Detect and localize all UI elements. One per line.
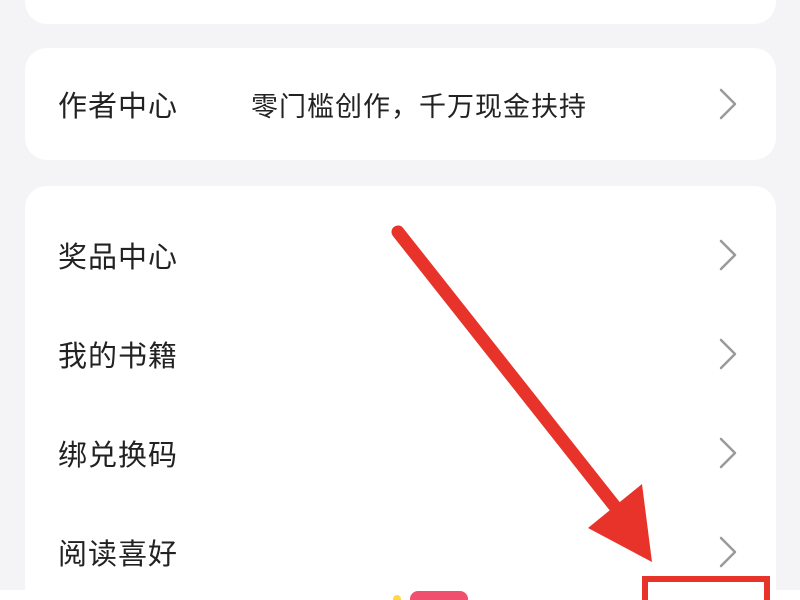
- menu-item-prize-center[interactable]: 奖品中心: [25, 223, 776, 287]
- chevron-right-icon: [718, 535, 738, 569]
- author-center-description: 零门槛创作，千万现金扶持: [251, 91, 587, 123]
- menu-item-redeem-code[interactable]: 绑兑换码: [25, 421, 776, 485]
- menu-item-my-books[interactable]: 我的书籍: [25, 322, 776, 386]
- author-center-row[interactable]: 作者中心 零门槛创作，千万现金扶持: [25, 72, 776, 136]
- menu-item-label: 绑兑换码: [58, 438, 179, 472]
- tab-indicator-dot: [393, 595, 401, 600]
- menu-list-card: 奖品中心 我的书籍 绑兑换码 阅读喜好: [25, 186, 776, 600]
- menu-item-label: 奖品中心: [58, 240, 179, 274]
- author-center-label: 作者中心: [58, 89, 179, 123]
- menu-item-label: 我的书籍: [58, 339, 179, 373]
- settings-page: 作者中心 零门槛创作，千万现金扶持 奖品中心 我的书籍 绑兑换码 阅读喜好: [0, 0, 800, 600]
- chevron-right-icon: [718, 238, 738, 272]
- chevron-right-icon: [718, 87, 738, 121]
- chevron-right-icon: [718, 436, 738, 470]
- menu-item-label: 阅读喜好: [58, 537, 179, 571]
- author-center-card: 作者中心 零门槛创作，千万现金扶持: [25, 48, 776, 160]
- top-card-partial: [25, 0, 776, 24]
- chevron-right-icon: [718, 337, 738, 371]
- annotation-highlight-box: [642, 576, 770, 600]
- tab-badge: [410, 591, 468, 600]
- menu-item-reading-preference[interactable]: 阅读喜好: [25, 520, 776, 584]
